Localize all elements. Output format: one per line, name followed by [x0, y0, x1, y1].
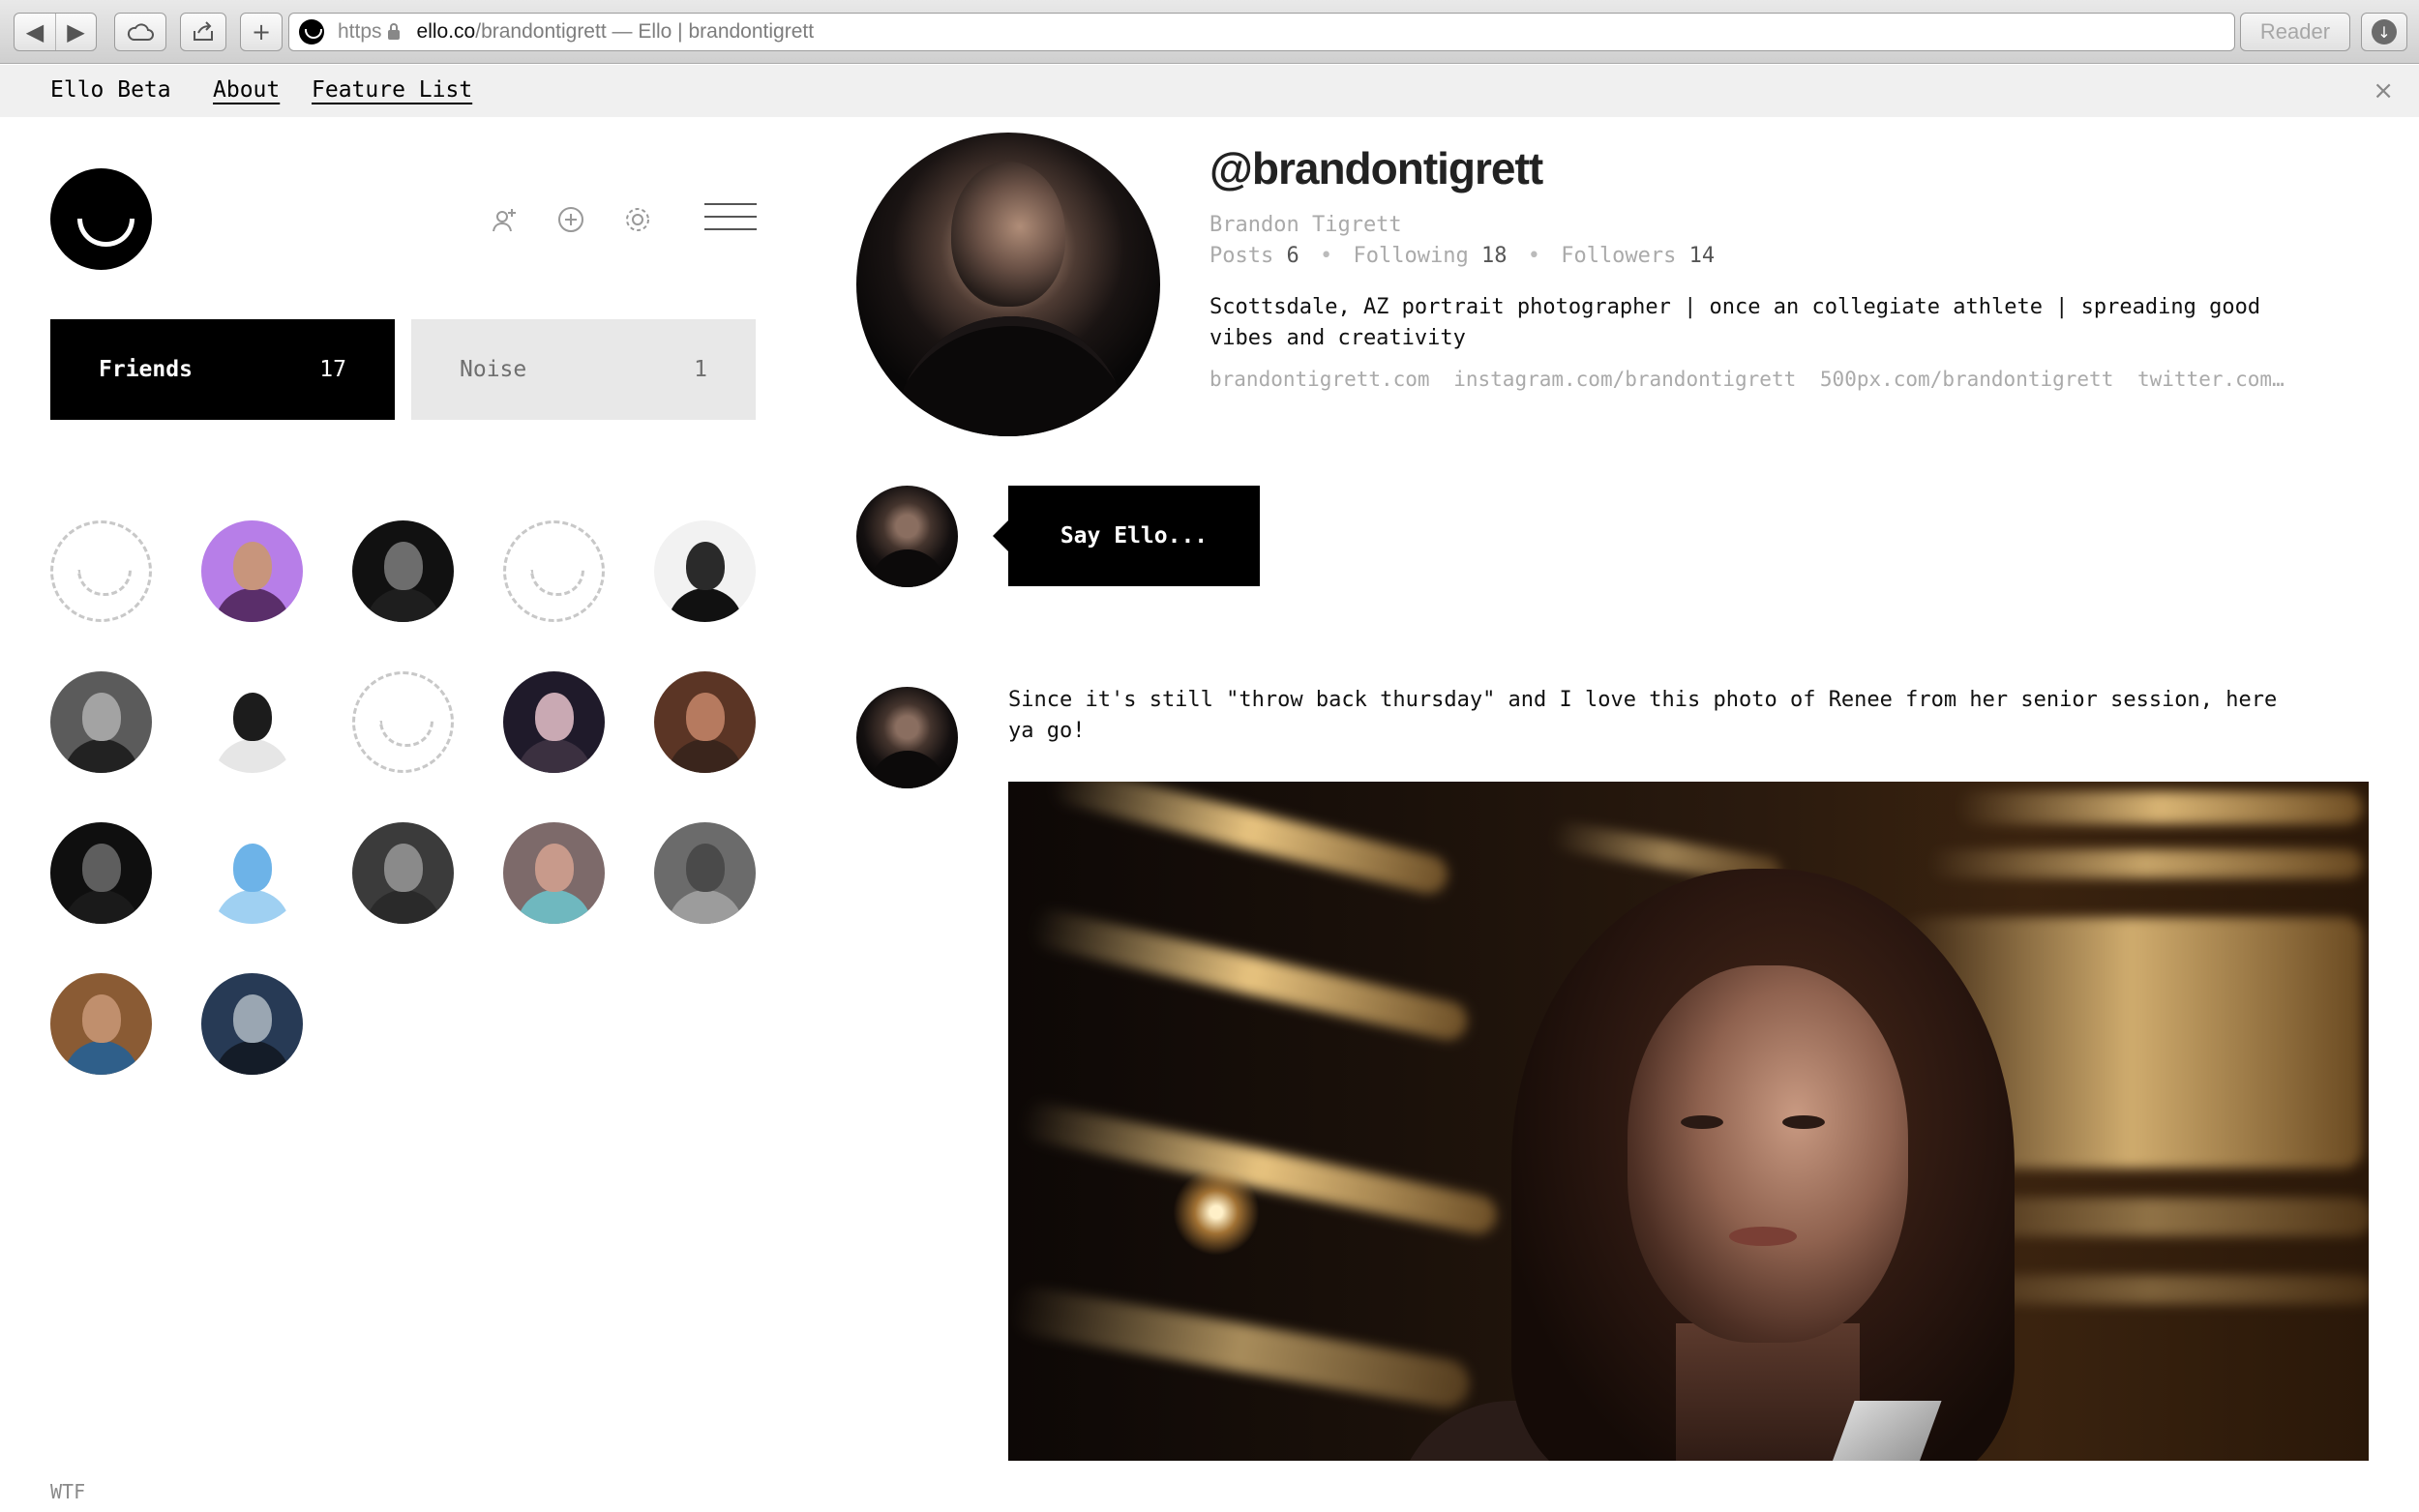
- menu-hamburger-icon[interactable]: [704, 203, 757, 230]
- back-icon[interactable]: ◀: [15, 14, 55, 50]
- stats-separator: •: [1319, 244, 1333, 268]
- composer-avatar: [856, 486, 958, 587]
- friend-avatar[interactable]: [654, 822, 756, 924]
- url-path-title: /brandontigrett — Ello | brandontigrett: [475, 20, 815, 43]
- friend-avatar[interactable]: [503, 520, 605, 622]
- friend-avatar[interactable]: [50, 671, 152, 773]
- followers-count[interactable]: 14: [1689, 244, 1716, 268]
- beta-brand: Ello Beta: [50, 77, 171, 103]
- post-author-avatar[interactable]: [856, 687, 958, 788]
- ello-logo[interactable]: [50, 168, 152, 270]
- icloud-tabs-button[interactable]: [114, 13, 166, 51]
- wtf-link[interactable]: WTF: [50, 1480, 85, 1503]
- browser-toolbar: ◀ ▶ + https ello.co /brandontigrett — El…: [0, 0, 2419, 64]
- friend-avatar[interactable]: [201, 671, 303, 773]
- following-label: Following: [1353, 244, 1469, 268]
- url-scheme: https: [338, 20, 382, 43]
- share-button[interactable]: [180, 13, 226, 51]
- beta-banner: Ello Beta About Feature List ×: [0, 65, 2419, 117]
- lock-icon: [387, 23, 400, 40]
- reader-button[interactable]: Reader: [2240, 13, 2350, 51]
- about-link[interactable]: About: [213, 77, 280, 103]
- profile-username: @brandontigrett: [1210, 143, 1543, 193]
- friend-avatar[interactable]: [352, 520, 454, 622]
- followers-label: Followers: [1561, 244, 1677, 268]
- friend-avatar[interactable]: [503, 671, 605, 773]
- friend-avatar[interactable]: [503, 822, 605, 924]
- downloads-button[interactable]: ↓: [2361, 13, 2407, 51]
- friend-avatar[interactable]: [50, 822, 152, 924]
- profile-link-twitter[interactable]: twitter.com…: [2137, 368, 2285, 391]
- forward-icon[interactable]: ▶: [55, 14, 96, 50]
- profile-avatar: [856, 133, 1160, 436]
- back-forward-buttons[interactable]: ◀ ▶: [14, 13, 97, 51]
- post-image[interactable]: [1008, 782, 2369, 1461]
- following-count[interactable]: 18: [1481, 244, 1508, 268]
- ello-favicon-icon: [299, 19, 324, 44]
- profile-link-website[interactable]: brandontigrett.com: [1210, 368, 1430, 391]
- invite-icon[interactable]: [490, 205, 519, 234]
- profile-link-500px[interactable]: 500px.com/brandontigrett: [1820, 368, 2113, 391]
- tab-friends-count: 17: [319, 357, 346, 382]
- share-icon: [194, 21, 213, 41]
- download-icon: ↓: [2372, 19, 2397, 44]
- posts-label: Posts: [1210, 244, 1274, 268]
- address-bar[interactable]: https ello.co /brandontigrett — Ello | b…: [288, 13, 2235, 51]
- url-host: ello.co: [416, 20, 476, 43]
- post-text: Since it's still "throw back thursday" a…: [1008, 688, 2278, 743]
- tab-noise[interactable]: Noise 1: [411, 319, 756, 420]
- profile-links: brandontigrett.com instagram.com/brandon…: [1210, 368, 2322, 391]
- tab-friends[interactable]: Friends 17: [50, 319, 395, 420]
- new-tab-button[interactable]: +: [240, 13, 283, 51]
- profile-link-instagram[interactable]: instagram.com/brandontigrett: [1453, 368, 1796, 391]
- friend-avatar[interactable]: [352, 671, 454, 773]
- profile-real-name: Brandon Tigrett: [1210, 213, 1402, 237]
- friend-avatar[interactable]: [654, 671, 756, 773]
- profile-bio: Scottsdale, AZ portrait photographer | o…: [1210, 295, 2261, 350]
- settings-gear-icon[interactable]: [623, 205, 652, 234]
- tab-noise-count: 1: [694, 357, 707, 382]
- friend-avatar[interactable]: [50, 520, 152, 622]
- tab-friends-label: Friends: [99, 357, 193, 382]
- stats-separator: •: [1527, 244, 1540, 268]
- friend-avatar[interactable]: [201, 973, 303, 1075]
- add-post-icon[interactable]: [556, 205, 585, 234]
- friend-avatar[interactable]: [352, 822, 454, 924]
- friend-avatar[interactable]: [201, 822, 303, 924]
- friend-avatar[interactable]: [201, 520, 303, 622]
- friend-avatar[interactable]: [654, 520, 756, 622]
- posts-count[interactable]: 6: [1286, 244, 1299, 268]
- friend-avatar[interactable]: [50, 973, 152, 1075]
- cloud-icon: [127, 23, 154, 41]
- tab-noise-label: Noise: [460, 357, 527, 382]
- profile-stats: Posts 6 • Following 18 • Followers 14: [1210, 244, 1715, 268]
- close-icon[interactable]: ×: [2373, 76, 2394, 105]
- feature-list-link[interactable]: Feature List: [312, 77, 472, 103]
- say-ello-button[interactable]: Say Ello...: [993, 486, 1260, 586]
